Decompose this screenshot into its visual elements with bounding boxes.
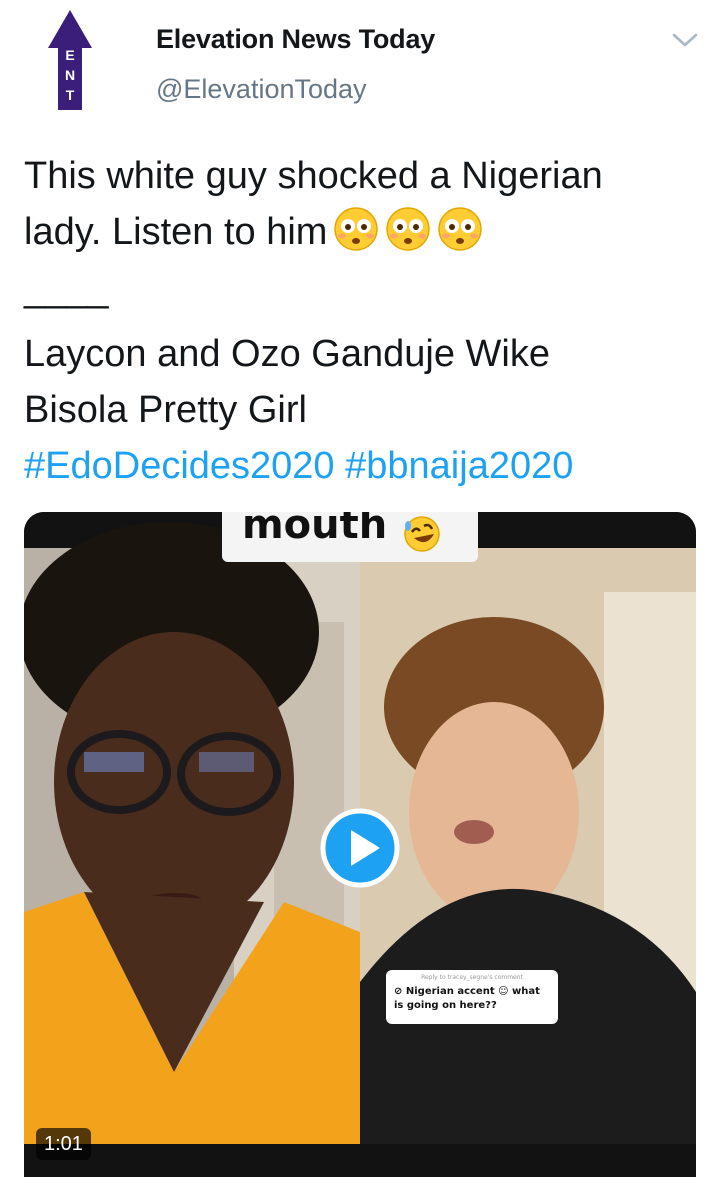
svg-text:T: T	[66, 87, 75, 103]
tweet-body: This white guy shocked a Nigerian lady. …	[24, 148, 704, 494]
flushed-face-emoji-icon	[438, 207, 483, 251]
video-duration-badge: 1:01	[36, 1128, 91, 1160]
reply-comment-text: Nigerian accent	[405, 986, 495, 997]
account-name[interactable]: Elevation News Today	[156, 24, 435, 55]
video-caption-text: mouth	[242, 512, 388, 548]
tweet-text-segment: lady. Listen to him	[24, 211, 328, 253]
video-player[interactable]: mouth Reply to tracey_segne's comment ⊘ …	[24, 512, 696, 1177]
tiktok-reply-card: Reply to tracey_segne's comment ⊘ Nigeri…	[386, 970, 558, 1024]
tweet-line: This white guy shocked a Nigerian	[24, 155, 603, 197]
tweet-line: Bisola Pretty Girl	[24, 389, 307, 431]
play-icon[interactable]	[320, 808, 400, 888]
hashtag-link[interactable]: #EdoDecides2020	[24, 445, 335, 487]
tweet-separator: ____	[24, 268, 109, 310]
svg-text:N: N	[65, 67, 75, 83]
rolling-on-floor-laughing-emoji-icon	[404, 516, 440, 552]
tweet-line: Laycon and Ozo Ganduje Wike	[24, 333, 550, 375]
account-handle[interactable]: @ElevationToday	[156, 74, 367, 105]
reply-to-label: Reply to tracey_segne's comment	[421, 974, 523, 981]
tweet-header: E N T Elevation News Today @ElevationTod…	[0, 0, 720, 120]
tweet-hashtags: #EdoDecides2020 #bbnaija2020	[24, 438, 704, 494]
ent-logo-avatar[interactable]: E N T	[48, 10, 92, 110]
tweet-line-with-emoji: lady. Listen to him	[24, 204, 704, 260]
svg-text:E: E	[65, 47, 74, 63]
flushed-face-emoji-icon	[334, 207, 379, 251]
hashtag-link[interactable]: #bbnaija2020	[345, 445, 573, 487]
chevron-down-icon[interactable]	[670, 28, 700, 52]
video-caption-box: mouth	[222, 512, 478, 562]
flushed-face-emoji-icon	[386, 207, 431, 251]
reply-comment: ⊘ Nigerian accent ☺ what is going on her…	[394, 986, 540, 1011]
